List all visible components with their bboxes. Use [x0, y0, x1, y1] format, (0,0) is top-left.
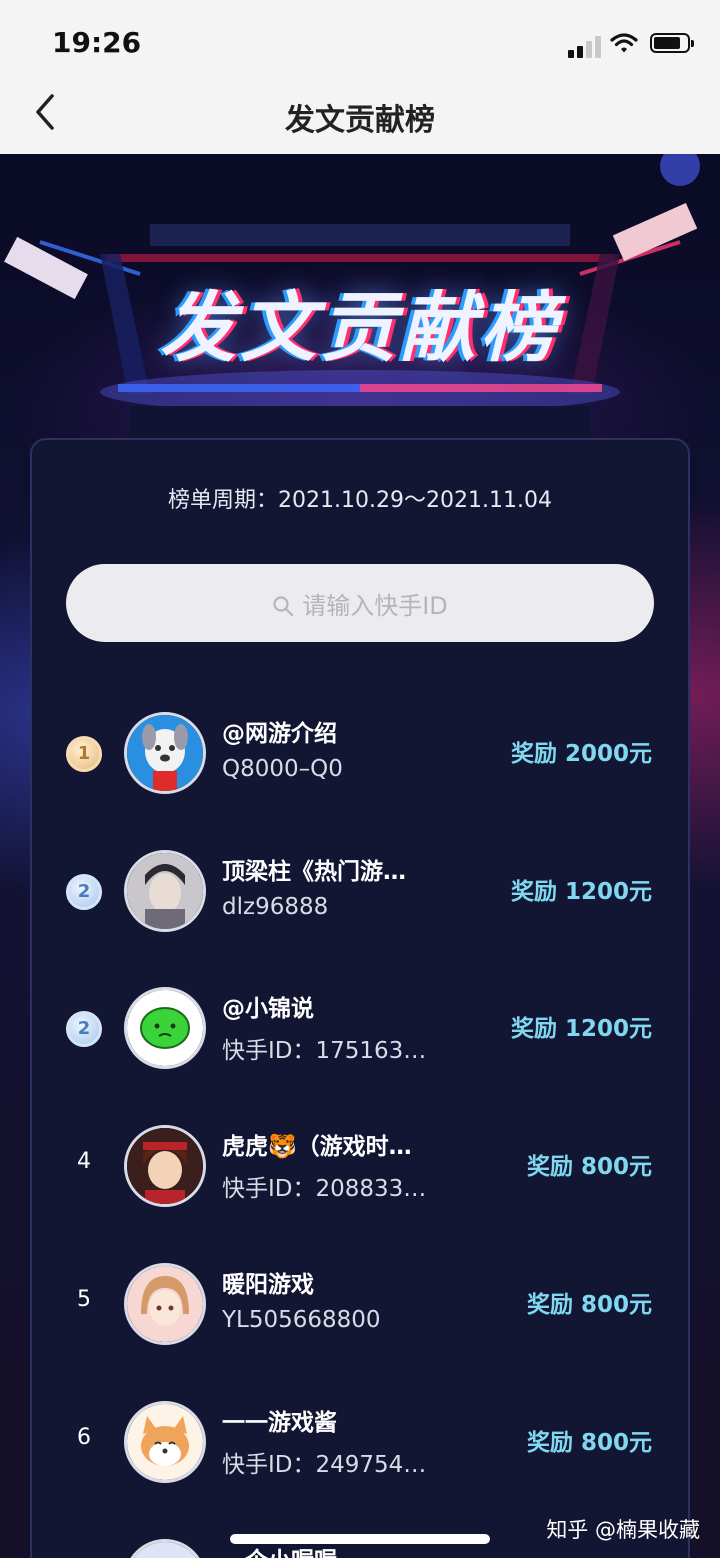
wifi-icon — [610, 33, 638, 53]
rank-number: 6 — [77, 1425, 91, 1450]
page: 19:26 发文贡献榜 发文贡献榜 榜单周期：2021.10.29～2021.1… — [0, 0, 720, 1558]
shiba-avatar-icon — [127, 1404, 203, 1480]
user-id: 快手ID：208833… — [222, 1176, 427, 1202]
avatar[interactable] — [124, 712, 206, 794]
banner-title: 发文贡献榜 — [160, 283, 560, 372]
signal-icon — [586, 41, 592, 58]
reward-amount: 奖励 1200元 — [510, 879, 652, 905]
user-name: 暖阳游戏 — [222, 1272, 314, 1298]
user-id: dlz96888 — [222, 894, 329, 920]
user-id: Q8000–Q0 — [222, 756, 343, 782]
user-id: 快手ID：249754… — [222, 1452, 427, 1478]
reward-amount: 奖励 800元 — [526, 1430, 652, 1456]
leaderboard-row[interactable]: 1 @网游介绍 Q8000–Q0 奖励 2000元 — [32, 702, 688, 802]
watermark: 知乎 @楠果收藏 — [546, 1518, 700, 1542]
leaderboard-row[interactable]: 2 @小锦说 快手ID：175163… 奖励 1200元 — [32, 977, 688, 1077]
green-face-avatar-icon — [127, 990, 203, 1066]
avatar[interactable] — [124, 1125, 206, 1207]
reward-amount: 奖励 800元 — [526, 1292, 652, 1318]
avatar[interactable] — [124, 987, 206, 1069]
status-icons — [568, 30, 694, 58]
battery-icon — [650, 33, 694, 53]
search-placeholder: 请输入快手ID — [302, 592, 448, 620]
leaderboard-period: 榜单周期：2021.10.29～2021.11.04 — [168, 488, 552, 513]
user-name: 一一游戏酱 — [222, 1410, 337, 1436]
signal-icon — [577, 46, 583, 58]
silver-medal-icon: 2 — [66, 874, 102, 910]
anime-avatar-icon — [127, 1542, 203, 1558]
rank-number: 4 — [77, 1149, 91, 1174]
user-id: YL505668800 — [222, 1307, 381, 1333]
leaderboard-row[interactable]: 5 暖阳游戏 YL505668800 奖励 800元 — [32, 1253, 688, 1353]
home-indicator[interactable] — [230, 1534, 490, 1544]
user-name: 顶梁柱《热门游… — [222, 859, 406, 885]
reward-amount: 奖励 2000元 — [510, 741, 652, 767]
reward-amount: 奖励 800元 — [526, 1154, 652, 1180]
leaderboard-card: 榜单周期：2021.10.29～2021.11.04 请输入快手ID 1 @网游… — [30, 438, 690, 1558]
leaderboard-row[interactable]: 2 顶梁柱《热门游… dlz96888 奖励 1200元 — [32, 840, 688, 940]
signal-icon — [568, 50, 574, 58]
avatar[interactable] — [124, 850, 206, 932]
portrait-avatar-icon — [127, 853, 203, 929]
search-input[interactable]: 请输入快手ID — [66, 564, 654, 642]
dog-avatar-icon — [127, 715, 203, 791]
user-name: 虎虎🐯（游戏时… — [222, 1134, 412, 1160]
avatar[interactable] — [124, 1539, 206, 1558]
user-id: 快手ID：175163… — [222, 1038, 427, 1064]
silver-medal-icon: 2 — [66, 1011, 102, 1047]
status-time: 19:26 — [52, 26, 142, 59]
anime-girl-avatar-icon — [127, 1266, 203, 1342]
signal-icon — [595, 36, 601, 58]
user-name: @小锦说 — [222, 996, 314, 1022]
top-bar: 19:26 发文贡献榜 — [0, 0, 720, 154]
leaderboard-row[interactable]: 6 一一游戏酱 快手ID：249754… 奖励 800元 — [32, 1391, 688, 1491]
search-icon — [273, 596, 294, 617]
anime-avatar-icon — [127, 1128, 203, 1204]
search-placeholder-wrap: 请输入快手ID — [66, 586, 654, 621]
leaderboard-row[interactable]: 4 虎虎🐯（游戏时… 快手ID：208833… 奖励 800元 — [32, 1115, 688, 1215]
avatar[interactable] — [124, 1263, 206, 1345]
user-name: @网游介绍 — [222, 721, 337, 747]
avatar[interactable] — [124, 1401, 206, 1483]
reward-amount: 奖励 1200元 — [510, 1016, 652, 1042]
page-title: 发文贡献榜 — [285, 103, 435, 138]
rank-number: 5 — [77, 1287, 91, 1312]
gold-medal-icon: 1 — [66, 736, 102, 772]
